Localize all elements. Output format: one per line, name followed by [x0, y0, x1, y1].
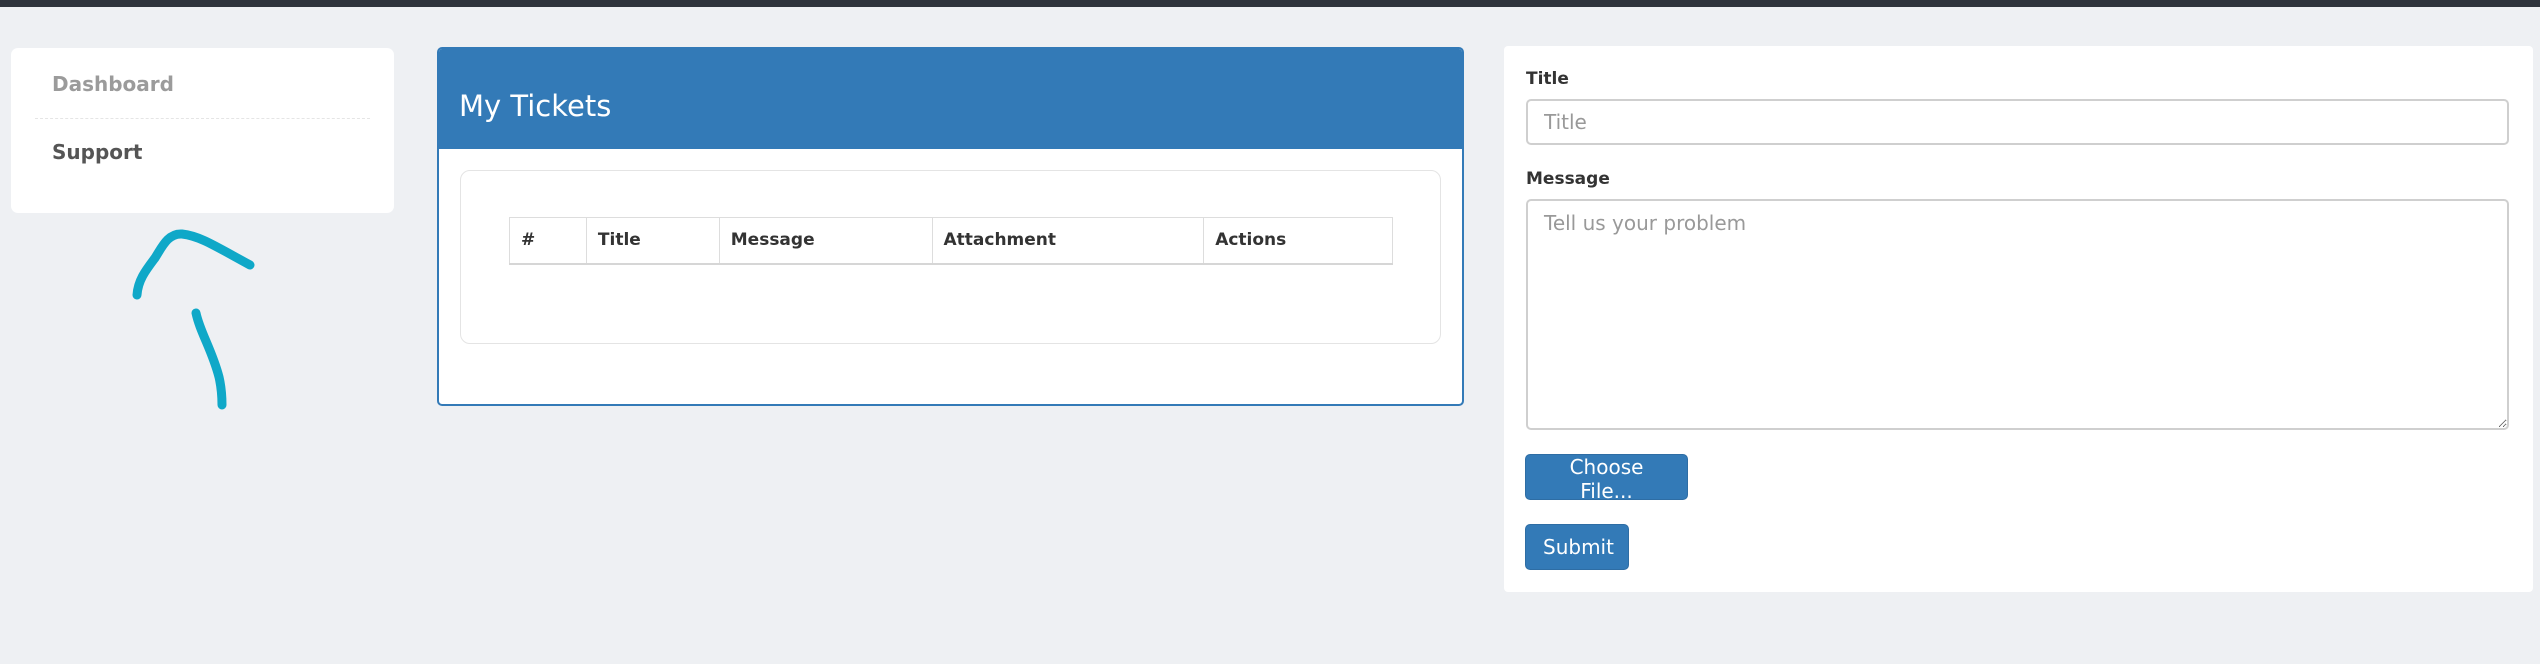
column-header-title: Title [585, 217, 720, 264]
new-ticket-form: Title Message Choose File... Submit [1504, 46, 2533, 592]
arrow-annotation-icon [132, 229, 255, 410]
tickets-table: # Title Message Attachment Actions [509, 217, 1393, 265]
message-textarea[interactable] [1526, 199, 2509, 430]
column-header-actions: Actions [1203, 217, 1393, 264]
sidebar: Dashboard Support [11, 48, 394, 213]
my-tickets-panel: My Tickets # Title Message Attachment Ac… [437, 47, 1464, 406]
sidebar-item-support[interactable]: Support [35, 119, 370, 186]
message-label: Message [1526, 169, 1610, 189]
top-bar [0, 0, 2540, 7]
column-header-message: Message [718, 217, 933, 264]
choose-file-button[interactable]: Choose File... [1525, 454, 1688, 503]
title-label: Title [1526, 69, 1569, 89]
table-header-row: # Title Message Attachment Actions [509, 217, 1393, 264]
title-input[interactable] [1526, 99, 2509, 145]
panel-title: My Tickets [439, 49, 1462, 149]
sidebar-item-dashboard[interactable]: Dashboard [35, 51, 370, 119]
column-header-attachment: Attachment [931, 217, 1205, 264]
tickets-table-wrapper: # Title Message Attachment Actions [460, 170, 1441, 344]
submit-button[interactable]: Submit [1525, 524, 1629, 570]
column-header-number: # [509, 217, 587, 264]
